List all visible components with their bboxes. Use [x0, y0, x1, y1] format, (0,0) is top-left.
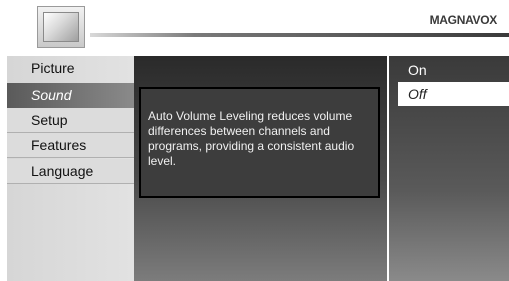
info-box: Auto Volume Leveling reduces volume diff…: [139, 87, 380, 198]
info-text: Auto Volume Leveling reduces volume diff…: [148, 109, 355, 168]
brand-logo: MAGNAVOX: [429, 13, 498, 27]
menu-item-picture[interactable]: Picture: [7, 56, 134, 81]
header-bar: MAGNAVOX: [0, 0, 509, 55]
option-off[interactable]: Off: [398, 82, 509, 106]
options-panel: On Off: [389, 56, 509, 281]
menu-item-setup[interactable]: Setup: [7, 108, 134, 133]
menu-item-language[interactable]: Language: [7, 159, 134, 184]
menu-item-sound[interactable]: Sound: [7, 83, 134, 108]
option-on[interactable]: On: [389, 58, 509, 82]
main-menu: Picture Sound Setup Features Language: [7, 56, 134, 281]
menu-item-features[interactable]: Features: [7, 133, 134, 158]
header-divider: [90, 33, 509, 37]
tv-screen-icon: [43, 12, 79, 42]
tv-icon: [37, 6, 85, 48]
